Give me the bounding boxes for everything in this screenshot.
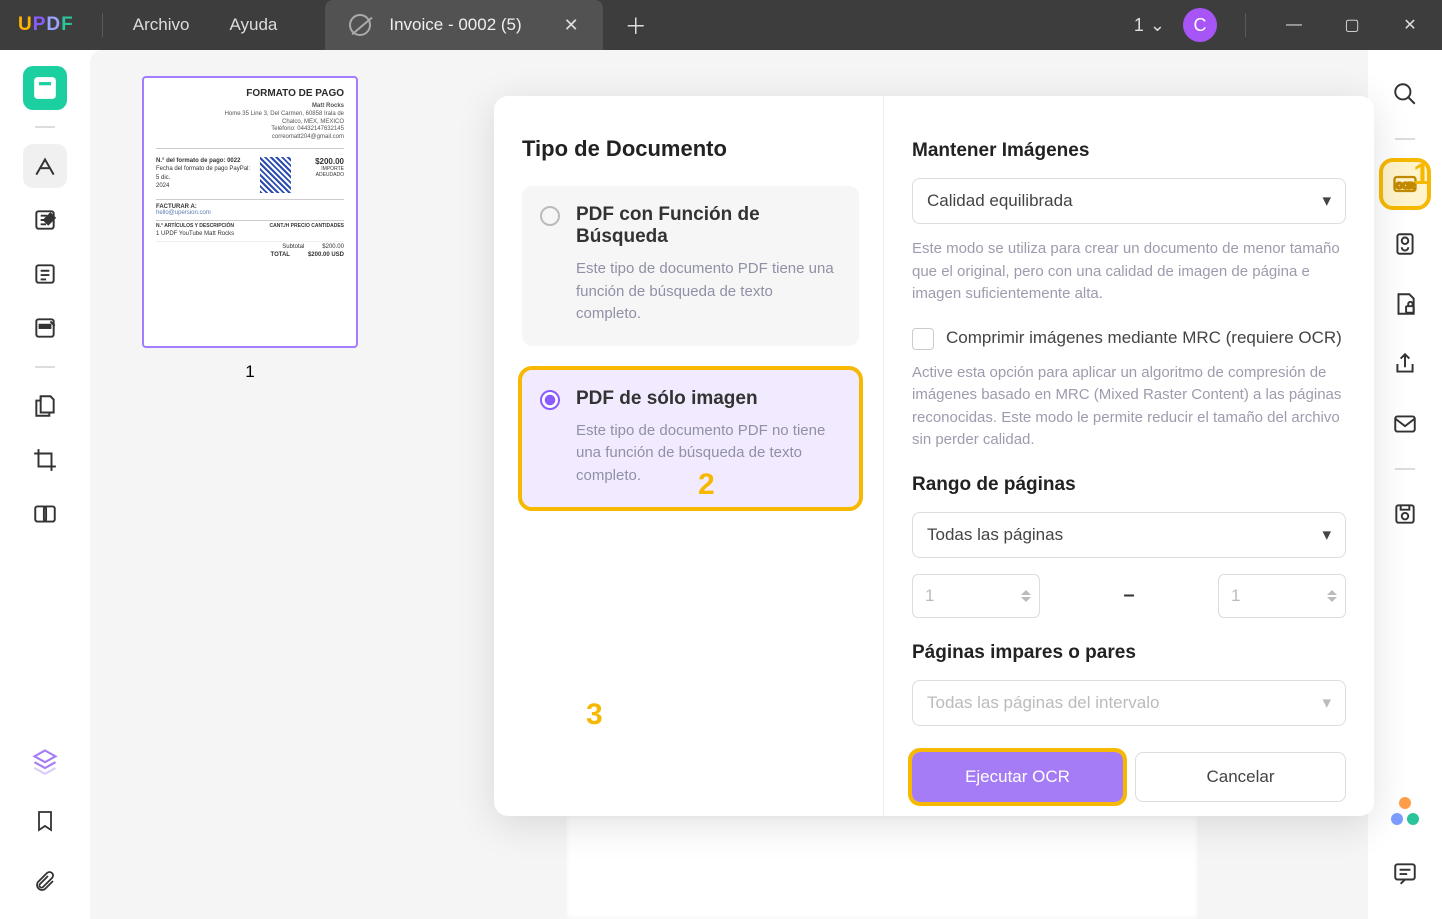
run-ocr-button[interactable]: Ejecutar OCR: [912, 752, 1123, 802]
thumbnails-tool[interactable]: [23, 66, 67, 110]
protect-tool[interactable]: [1383, 282, 1427, 326]
qr-code-icon: [260, 157, 291, 193]
divider: [35, 126, 55, 128]
ocr-doc-type-section: Tipo de Documento PDF con Función de Bús…: [494, 96, 884, 816]
page-from-input[interactable]: 1: [912, 574, 1040, 618]
crop-tool[interactable]: [23, 438, 67, 482]
svg-text:OCR: OCR: [1396, 182, 1414, 191]
text-edit-tool[interactable]: [23, 198, 67, 242]
page-organize-tool[interactable]: [23, 384, 67, 428]
form-tool[interactable]: [23, 252, 67, 296]
ocr-dialog: Tipo de Documento PDF con Función de Bús…: [494, 96, 1374, 816]
option-searchable-pdf[interactable]: PDF con Función de Búsqueda Este tipo de…: [522, 186, 859, 346]
ai-icon: [1391, 797, 1419, 825]
comment-tool[interactable]: [1383, 851, 1427, 895]
redact-tool[interactable]: [23, 306, 67, 350]
range-dash: –: [1060, 584, 1198, 607]
document-tab[interactable]: Invoice - 0002 (5) ✕: [325, 0, 602, 50]
thumb-address: Matt Rocks Home 35 Line 3, Del Carmen, 6…: [156, 103, 344, 142]
thumbnail-page-number: 1: [100, 362, 400, 382]
logo-d: D: [46, 14, 61, 36]
page-thumbnail[interactable]: FORMATO DE PAGO Matt Rocks Home 35 Line …: [142, 76, 358, 348]
email-tool[interactable]: [1383, 402, 1427, 446]
close-button[interactable]: ✕: [1390, 15, 1430, 35]
divider: [1395, 468, 1415, 470]
main-body: FORMATO DE PAGO Matt Rocks Home 35 Line …: [0, 50, 1442, 919]
callout-1: 1: [1413, 158, 1430, 192]
divider: [1395, 138, 1415, 140]
doc-type-heading: Tipo de Documento: [522, 136, 859, 162]
highlighter-tool[interactable]: [23, 144, 67, 188]
left-toolbar: [0, 50, 90, 919]
odd-even-select[interactable]: Todas las páginas del intervalo ▾: [912, 680, 1346, 726]
page-indicator[interactable]: 1 ⌄: [1134, 15, 1165, 36]
odd-even-label: Páginas impares o pares: [912, 642, 1346, 664]
logo-u: U: [18, 14, 33, 36]
option-title: PDF con Función de Búsqueda: [576, 204, 839, 248]
titlebar-right: 1 ⌄ C — ▢ ✕: [1134, 8, 1442, 42]
thumb-title: FORMATO DE PAGO: [156, 88, 344, 99]
option-title: PDF de sólo imagen: [576, 388, 839, 410]
menu-help[interactable]: Ayuda: [209, 15, 297, 35]
select-value: Todas las páginas: [927, 525, 1063, 545]
thumbnail-panel: FORMATO DE PAGO Matt Rocks Home 35 Line …: [100, 60, 400, 382]
page-to-input[interactable]: 1: [1218, 574, 1346, 618]
page-range-label: Rango de páginas: [912, 474, 1346, 496]
divider: [102, 13, 103, 37]
convert-tool[interactable]: [1383, 222, 1427, 266]
chevron-down-icon: ▾: [1322, 191, 1331, 211]
page-range-select[interactable]: Todas las páginas ▾: [912, 512, 1346, 558]
image-quality-select[interactable]: Calidad equilibrada ▾: [912, 178, 1346, 224]
mrc-help-text: Active esta opción para aplicar un algor…: [912, 362, 1346, 452]
tab-title: Invoice - 0002 (5): [389, 15, 521, 35]
divider: [35, 366, 55, 368]
input-value: 1: [925, 586, 934, 606]
spinner-up-icon[interactable]: [1021, 590, 1031, 595]
select-value: Todas las páginas del intervalo: [927, 693, 1159, 713]
attachment-tool[interactable]: [23, 859, 67, 903]
quality-help-text: Este modo se utiliza para crear un docum…: [912, 238, 1346, 306]
avatar[interactable]: C: [1183, 8, 1217, 42]
mrc-label: Comprimir imágenes mediante MRC (requier…: [946, 328, 1342, 348]
logo-p: P: [33, 14, 47, 36]
ai-assistant-tool[interactable]: [1383, 789, 1427, 833]
close-icon[interactable]: ✕: [564, 15, 579, 36]
tab-status-icon: [349, 14, 371, 36]
compare-tool[interactable]: [23, 492, 67, 536]
input-value: 1: [1231, 586, 1240, 606]
spinner-down-icon[interactable]: [1327, 597, 1337, 602]
spinner-up-icon[interactable]: [1327, 590, 1337, 595]
ocr-options-section: Mantener Imágenes Calidad equilibrada ▾ …: [884, 96, 1374, 816]
layers-tool[interactable]: [23, 739, 67, 783]
save-tool[interactable]: [1383, 492, 1427, 536]
bookmark-tool[interactable]: [23, 799, 67, 843]
option-image-only-pdf[interactable]: PDF de sólo imagen Este tipo de document…: [522, 370, 859, 508]
right-toolbar: OCR: [1368, 50, 1442, 919]
chevron-down-icon: ⌄: [1150, 15, 1165, 36]
callout-2: 2: [698, 468, 715, 502]
share-tool[interactable]: [1383, 342, 1427, 386]
keep-images-label: Mantener Imágenes: [912, 140, 1346, 162]
page-preview-strip: [566, 816, 1198, 919]
chevron-down-icon: ▾: [1322, 693, 1331, 713]
select-value: Calidad equilibrada: [927, 191, 1073, 211]
page-number-label: 1: [1134, 15, 1144, 36]
radio-icon: [540, 390, 560, 410]
divider: [1245, 13, 1246, 37]
maximize-button[interactable]: ▢: [1332, 15, 1372, 35]
chevron-down-icon: ▾: [1322, 525, 1331, 545]
mrc-checkbox[interactable]: [912, 328, 934, 350]
radio-icon: [540, 206, 560, 226]
cancel-button[interactable]: Cancelar: [1135, 752, 1346, 802]
option-desc: Este tipo de documento PDF tiene una fun…: [576, 258, 839, 326]
logo-f: F: [61, 14, 74, 36]
search-tool[interactable]: [1383, 72, 1427, 116]
new-tab-button[interactable]: ＋: [625, 9, 647, 41]
menu-file[interactable]: Archivo: [113, 15, 210, 35]
document-canvas: FORMATO DE PAGO Matt Rocks Home 35 Line …: [90, 50, 1368, 919]
app-logo: U P D F: [0, 14, 92, 36]
titlebar: U P D F Archivo Ayuda Invoice - 0002 (5)…: [0, 0, 1442, 50]
spinner-down-icon[interactable]: [1021, 597, 1031, 602]
minimize-button[interactable]: —: [1274, 16, 1314, 34]
